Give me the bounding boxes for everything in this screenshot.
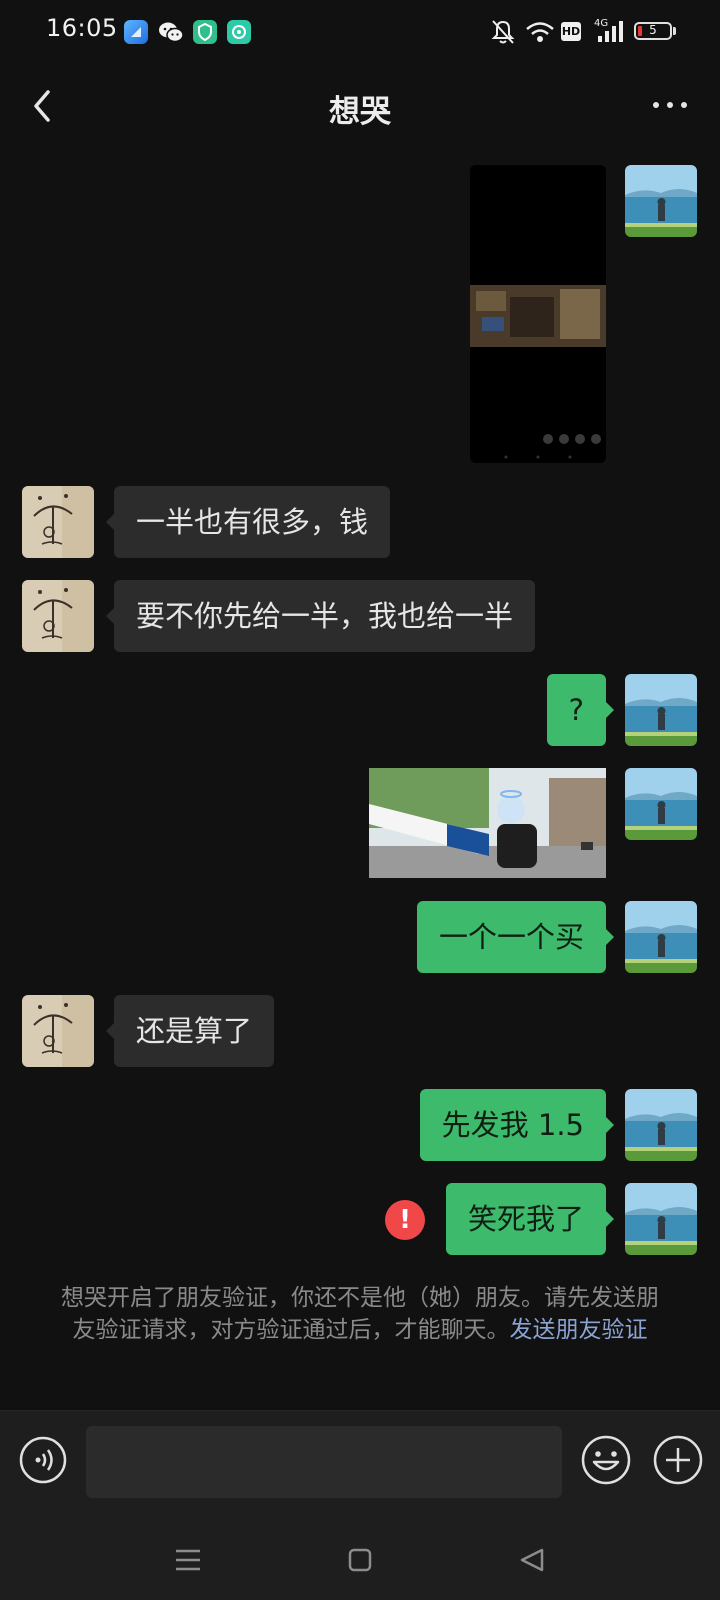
system-nav-bar xyxy=(0,1520,720,1600)
outgoing-message-bubble[interactable]: 先发我 1.5 xyxy=(419,1089,615,1161)
emoji-icon xyxy=(581,1435,631,1485)
incoming-message-bubble[interactable]: 还是算了 xyxy=(105,995,275,1067)
outgoing-message-bubble[interactable]: ? xyxy=(546,674,615,746)
outgoing-message-bubble[interactable]: 笑死我了 xyxy=(445,1183,615,1255)
wifi-icon xyxy=(524,18,556,46)
more-options-button[interactable] xyxy=(648,90,692,120)
teal-chat-app-icon xyxy=(227,20,251,44)
mute-bell-icon xyxy=(490,18,518,46)
lake-landscape-avatar xyxy=(625,1183,697,1255)
lake-landscape-avatar xyxy=(625,674,697,746)
chat-title: 想哭 xyxy=(329,94,391,130)
more-functions-button[interactable] xyxy=(652,1434,704,1486)
battery-tip xyxy=(673,27,676,35)
lake-landscape-avatar xyxy=(625,768,697,840)
hd-icon: HD xyxy=(561,22,581,41)
umbrella-sketch-avatar xyxy=(22,486,94,558)
blue-app-icon xyxy=(124,20,148,44)
status-time: 16:05 xyxy=(46,14,118,42)
lake-landscape-avatar xyxy=(625,1089,697,1161)
send-friend-verification-link[interactable]: 发送朋友验证 xyxy=(510,1317,648,1343)
chat-screen: 16:05 HD 4G 5 想哭 一半也有很多，钱 要不你先给一半，我也给一半 … xyxy=(0,0,720,1600)
emoji-button[interactable] xyxy=(580,1434,632,1486)
battery-level-text: 5 xyxy=(649,23,657,37)
my-avatar[interactable] xyxy=(625,674,697,746)
video-thumbnail xyxy=(470,165,606,463)
voice-button[interactable] xyxy=(18,1435,68,1485)
more-dots-icon xyxy=(653,102,687,108)
incoming-message-bubble[interactable]: 一半也有很多，钱 xyxy=(105,486,391,558)
plus-circle-icon xyxy=(653,1435,703,1485)
outgoing-message-bubble[interactable]: 一个一个买 xyxy=(416,901,615,973)
status-bar: 16:05 HD 4G 5 xyxy=(0,0,720,64)
anime-sticker-image xyxy=(369,768,606,878)
green-shield-app-icon xyxy=(193,20,217,44)
contact-avatar[interactable] xyxy=(22,580,94,652)
video-message[interactable] xyxy=(470,165,606,463)
chat-header: 想哭 xyxy=(0,64,720,148)
my-avatar[interactable] xyxy=(625,901,697,973)
home-square-icon xyxy=(348,1548,372,1572)
nav-menu-button[interactable] xyxy=(170,1542,206,1578)
friend-verification-notice: 想哭开启了朋友验证，你还不是他（她）朋友。请先发送朋友验证请求，对方验证通过后，… xyxy=(58,1282,662,1346)
my-avatar[interactable] xyxy=(625,1089,697,1161)
my-avatar[interactable] xyxy=(625,768,697,840)
my-avatar[interactable] xyxy=(625,165,697,237)
wechat-icon xyxy=(158,20,184,44)
voice-icon xyxy=(19,1436,67,1484)
lake-landscape-avatar xyxy=(625,165,697,237)
send-failed-icon[interactable]: ! xyxy=(385,1200,425,1240)
incoming-message-bubble[interactable]: 要不你先给一半，我也给一半 xyxy=(105,580,536,652)
umbrella-sketch-avatar xyxy=(22,580,94,652)
image-message[interactable] xyxy=(369,768,606,878)
lake-landscape-avatar xyxy=(625,901,697,973)
contact-avatar[interactable] xyxy=(22,486,94,558)
input-bar xyxy=(0,1410,720,1521)
menu-icon xyxy=(176,1549,200,1571)
back-triangle-icon xyxy=(520,1548,544,1572)
cellular-4g-icon xyxy=(596,20,624,48)
nav-home-button[interactable] xyxy=(342,1542,378,1578)
message-input[interactable] xyxy=(86,1426,562,1498)
contact-avatar[interactable] xyxy=(22,995,94,1067)
my-avatar[interactable] xyxy=(625,1183,697,1255)
nav-back-button[interactable] xyxy=(514,1542,550,1578)
battery-icon: 5 xyxy=(634,22,672,40)
umbrella-sketch-avatar xyxy=(22,995,94,1067)
